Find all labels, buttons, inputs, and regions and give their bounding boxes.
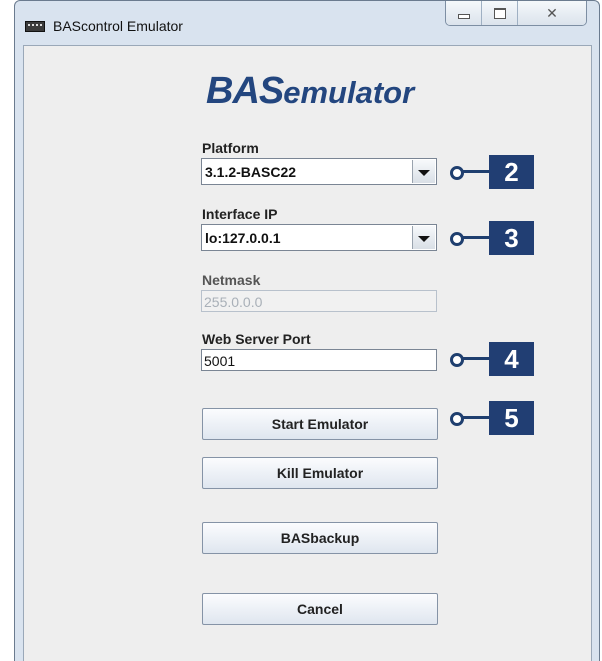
callout-ring [450, 412, 464, 426]
interface-ip-value: lo:127.0.0.1 [205, 230, 281, 246]
maximize-button[interactable] [482, 1, 518, 25]
callout-number: 3 [489, 221, 534, 255]
app-icon [25, 21, 45, 32]
platform-combobox[interactable]: 3.1.2-BASC22 [201, 158, 437, 185]
cancel-button[interactable]: Cancel [202, 593, 438, 625]
callout-number: 4 [489, 342, 534, 376]
callout-number: 5 [489, 401, 534, 435]
window-controls: ✕ [445, 1, 587, 26]
callout-line [463, 236, 490, 239]
minimize-icon [457, 13, 470, 19]
netmask-field: 255.0.0.0 [201, 290, 437, 312]
callout-line [463, 357, 490, 360]
title-bar[interactable]: BAScontrol Emulator ✕ [15, 1, 599, 45]
maximize-icon [493, 7, 506, 19]
web-server-port-value: 5001 [204, 353, 236, 369]
platform-value: 3.1.2-BASC22 [205, 164, 297, 180]
callout-5: 5 [450, 401, 534, 435]
chevron-down-icon[interactable] [412, 226, 435, 249]
minimize-button[interactable] [446, 1, 482, 25]
callout-number: 2 [489, 155, 534, 189]
logo-text-bas: BAS [206, 70, 284, 112]
logo-text-emulator: emulator [283, 75, 415, 110]
callout-4: 4 [450, 342, 534, 376]
kill-emulator-button[interactable]: Kill Emulator [202, 457, 438, 489]
netmask-label: Netmask [202, 272, 261, 288]
callout-line [463, 170, 490, 173]
callout-line [463, 416, 490, 419]
window-title: BAScontrol Emulator [53, 18, 183, 34]
callout-3: 3 [450, 221, 534, 255]
bas-emulator-logo: BASemulator [206, 70, 414, 113]
interface-ip-label: Interface IP [202, 206, 278, 222]
callout-ring [450, 232, 464, 246]
interface-ip-combobox[interactable]: lo:127.0.0.1 [201, 224, 437, 251]
netmask-value: 255.0.0.0 [204, 294, 263, 310]
platform-label: Platform [202, 140, 259, 156]
web-server-port-label: Web Server Port [202, 331, 311, 347]
callout-2: 2 [450, 155, 534, 189]
start-emulator-button[interactable]: Start Emulator [202, 408, 438, 440]
close-button[interactable]: ✕ [518, 1, 586, 25]
web-server-port-field[interactable]: 5001 [201, 349, 437, 371]
close-icon: ✕ [546, 5, 558, 21]
callout-ring [450, 353, 464, 367]
chevron-down-icon[interactable] [412, 160, 435, 183]
basbackup-button[interactable]: BASbackup [202, 522, 438, 554]
callout-ring [450, 166, 464, 180]
